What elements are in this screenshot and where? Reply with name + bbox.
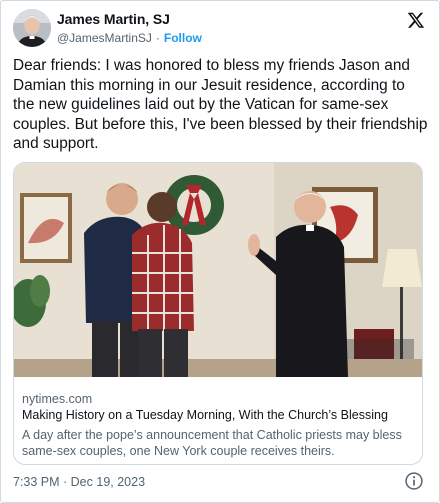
card-title[interactable]: Making History on a Tuesday Morning, Wit…: [22, 408, 388, 422]
handle-row: @JamesMartinSJ · Follow: [57, 31, 202, 45]
avatar-photo: [13, 9, 51, 47]
tweet-timestamp[interactable]: 7:33 PM · Dec 19, 2023: [13, 475, 145, 489]
separator-dot: ·: [155, 31, 160, 45]
x-logo-icon[interactable]: [407, 11, 425, 29]
card-description: A day after the pope’s announcement that…: [22, 428, 402, 458]
tweet-text: Dear friends: I was honored to bless my …: [13, 57, 428, 152]
card-domain: nytimes.com: [22, 392, 93, 406]
tweet-embed: James Martin, SJ @JamesMartinSJ · Follow…: [0, 0, 440, 503]
article-photo: [14, 163, 422, 377]
avatar[interactable]: [13, 9, 51, 47]
author-handle[interactable]: @JamesMartinSJ: [57, 31, 152, 45]
follow-button[interactable]: Follow: [164, 31, 202, 45]
author-name[interactable]: James Martin, SJ: [57, 11, 170, 27]
info-icon[interactable]: [404, 471, 424, 491]
link-preview-card[interactable]: nytimes.com Making History on a Tuesday …: [13, 162, 423, 465]
